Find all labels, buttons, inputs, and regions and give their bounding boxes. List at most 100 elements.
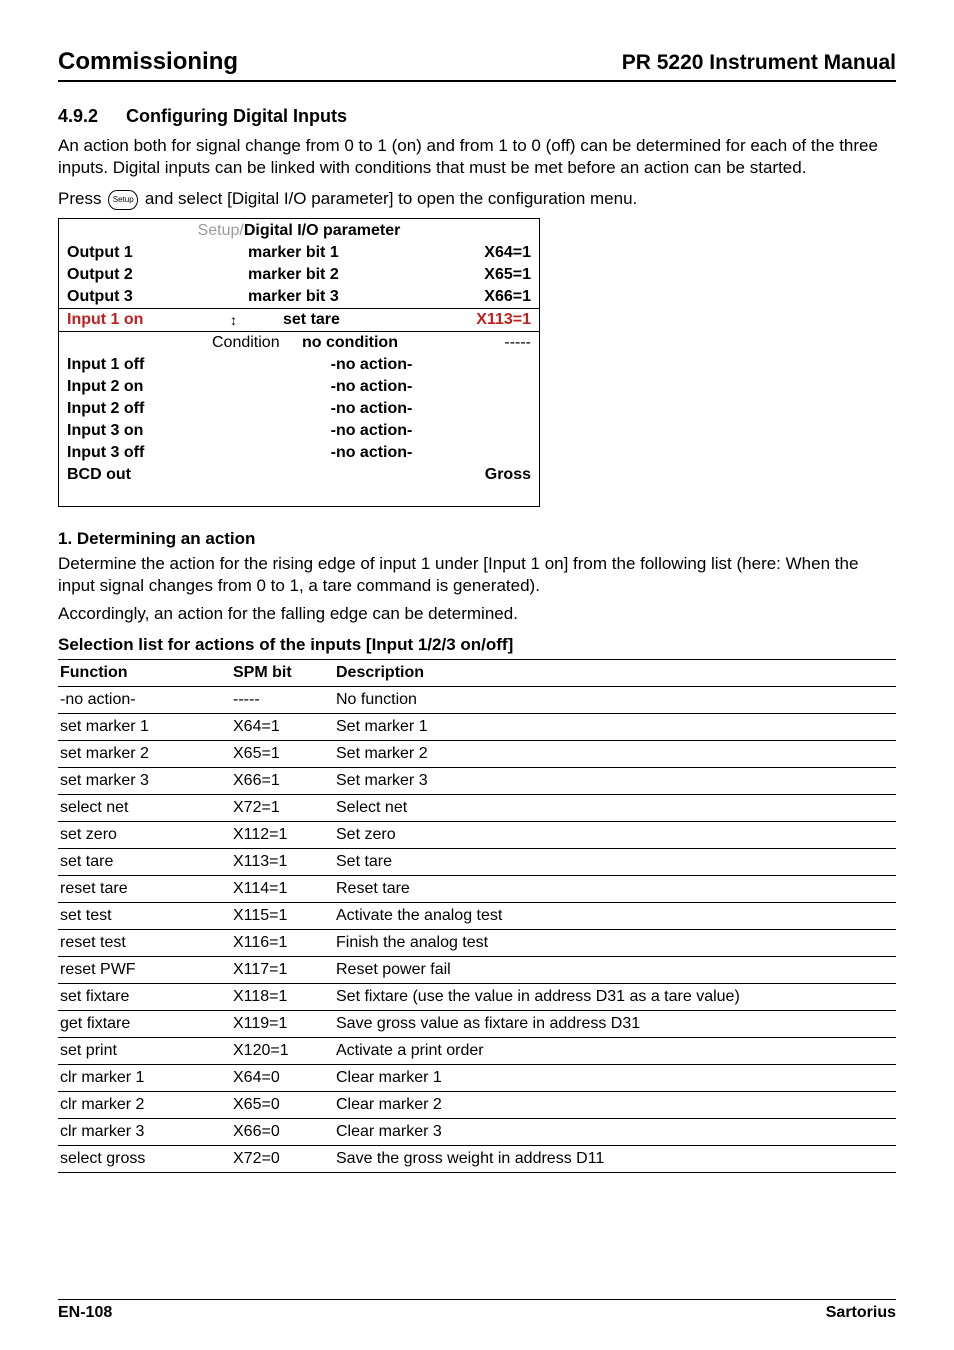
td-spmbit: X120=1 (231, 1037, 334, 1064)
table-header-row: Function SPM bit Description (58, 659, 896, 686)
table-row: reset PWFX117=1Reset power fail (58, 956, 896, 983)
row-right: X113=1 (451, 311, 531, 329)
td-description: Set marker 2 (334, 740, 896, 767)
td-description: Set tare (334, 848, 896, 875)
row-right: X64=1 (451, 244, 531, 262)
td-spmbit: X114=1 (231, 875, 334, 902)
table-row: set printX120=1Activate a print order (58, 1037, 896, 1064)
th-function: Function (58, 659, 231, 686)
row-bcd-out: BCD out Gross (59, 464, 539, 486)
function-table: Function SPM bit Description -no action-… (58, 659, 896, 1173)
section-heading: 4.9.2 Configuring Digital Inputs (58, 106, 896, 127)
td-spmbit: X72=0 (231, 1145, 334, 1172)
section-number: 4.9.2 (58, 106, 98, 126)
row-label: Input 3 off (67, 444, 212, 462)
row-label: Output 2 (67, 266, 212, 284)
row-output3: Output 3 marker bit 3 X66=1 (59, 286, 539, 309)
row-input2-on: Input 2 on -no action- (59, 376, 539, 398)
table-row: set marker 2X65=1Set marker 2 (58, 740, 896, 767)
row-output1: Output 1 marker bit 1 X64=1 (59, 242, 539, 264)
table-row: clr marker 3X66=0Clear marker 3 (58, 1118, 896, 1145)
row-center-text: set tare (247, 311, 340, 329)
press-line: Press Setup and select [Digital I/O para… (58, 189, 896, 210)
td-description: No function (334, 686, 896, 713)
td-spmbit: X66=1 (231, 767, 334, 794)
th-description: Description (334, 659, 896, 686)
td-spmbit: X112=1 (231, 821, 334, 848)
row-label: Output 3 (67, 288, 212, 306)
footer-right: Sartorius (826, 1304, 896, 1322)
setup-box: Setup/Digital I/O parameter Output 1 mar… (58, 218, 540, 507)
td-spmbit: X66=0 (231, 1118, 334, 1145)
td-function: set zero (58, 821, 231, 848)
condition-label: Condition (212, 334, 302, 352)
td-function: clr marker 3 (58, 1118, 231, 1145)
td-description: Finish the analog test (334, 929, 896, 956)
td-function: select net (58, 794, 231, 821)
td-description: Activate the analog test (334, 902, 896, 929)
td-function: set marker 3 (58, 767, 231, 794)
section-title: Configuring Digital Inputs (126, 106, 347, 126)
row-input2-off: Input 2 off -no action- (59, 398, 539, 420)
td-description: Clear marker 1 (334, 1064, 896, 1091)
td-function: reset tare (58, 875, 231, 902)
table-row: clr marker 1X64=0Clear marker 1 (58, 1064, 896, 1091)
row-center: marker bit 3 (212, 288, 451, 306)
table-row: select grossX72=0Save the gross weight i… (58, 1145, 896, 1172)
row-label: Input 1 on (67, 311, 212, 329)
td-function: set test (58, 902, 231, 929)
page-footer: EN-108 Sartorius (58, 1299, 896, 1322)
td-spmbit: X72=1 (231, 794, 334, 821)
row-right: X65=1 (451, 266, 531, 284)
td-description: Save gross value as fixtare in address D… (334, 1010, 896, 1037)
row-center: marker bit 1 (212, 244, 451, 262)
press-after: and select [Digital I/O parameter] to op… (140, 189, 637, 208)
td-description: Reset tare (334, 875, 896, 902)
selection-heading: Selection list for actions of the inputs… (58, 635, 896, 655)
td-spmbit: X116=1 (231, 929, 334, 956)
td-description: Activate a print order (334, 1037, 896, 1064)
row-right: Gross (451, 466, 531, 484)
table-row: set fixtareX118=1Set fixtare (use the va… (58, 983, 896, 1010)
table-row: -no action------No function (58, 686, 896, 713)
table-row: set tareX113=1Set tare (58, 848, 896, 875)
row-noaction: -no action- (212, 378, 531, 396)
table-row: clr marker 2X65=0Clear marker 2 (58, 1091, 896, 1118)
row-noaction: -no action- (212, 400, 531, 418)
section-intro: An action both for signal change from 0 … (58, 135, 896, 179)
td-function: set print (58, 1037, 231, 1064)
th-spmbit: SPM bit (231, 659, 334, 686)
td-description: Set fixtare (use the value in address D3… (334, 983, 896, 1010)
row-label: Input 3 on (67, 422, 212, 440)
td-spmbit: X65=1 (231, 740, 334, 767)
td-function: set marker 2 (58, 740, 231, 767)
row-noaction: -no action- (212, 422, 531, 440)
row-right: X66=1 (451, 288, 531, 306)
setup-title: Setup/Digital I/O parameter (59, 219, 539, 242)
td-spmbit: X64=0 (231, 1064, 334, 1091)
td-description: Select net (334, 794, 896, 821)
row-input3-off: Input 3 off -no action- (59, 442, 539, 464)
row-center: marker bit 2 (212, 266, 451, 284)
td-spmbit: X65=0 (231, 1091, 334, 1118)
td-spmbit: X117=1 (231, 956, 334, 983)
td-spmbit: ----- (231, 686, 334, 713)
td-function: reset PWF (58, 956, 231, 983)
table-row: set marker 3X66=1Set marker 3 (58, 767, 896, 794)
row-noaction: -no action- (212, 356, 531, 374)
td-function: -no action- (58, 686, 231, 713)
td-spmbit: X119=1 (231, 1010, 334, 1037)
td-function: set tare (58, 848, 231, 875)
table-row: get fixtareX119=1Save gross value as fix… (58, 1010, 896, 1037)
row-condition: Condition no condition ----- (59, 332, 539, 354)
td-function: select gross (58, 1145, 231, 1172)
td-spmbit: X115=1 (231, 902, 334, 929)
td-function: set marker 1 (58, 713, 231, 740)
table-row: select netX72=1Select net (58, 794, 896, 821)
breadcrumb-gray: Setup/ (198, 222, 244, 239)
td-function: get fixtare (58, 1010, 231, 1037)
row-output2: Output 2 marker bit 2 X65=1 (59, 264, 539, 286)
row-input1-on: Input 1 on ↕ set tare X113=1 (59, 309, 539, 332)
row-input1-off: Input 1 off -no action- (59, 354, 539, 376)
table-row: reset tareX114=1Reset tare (58, 875, 896, 902)
